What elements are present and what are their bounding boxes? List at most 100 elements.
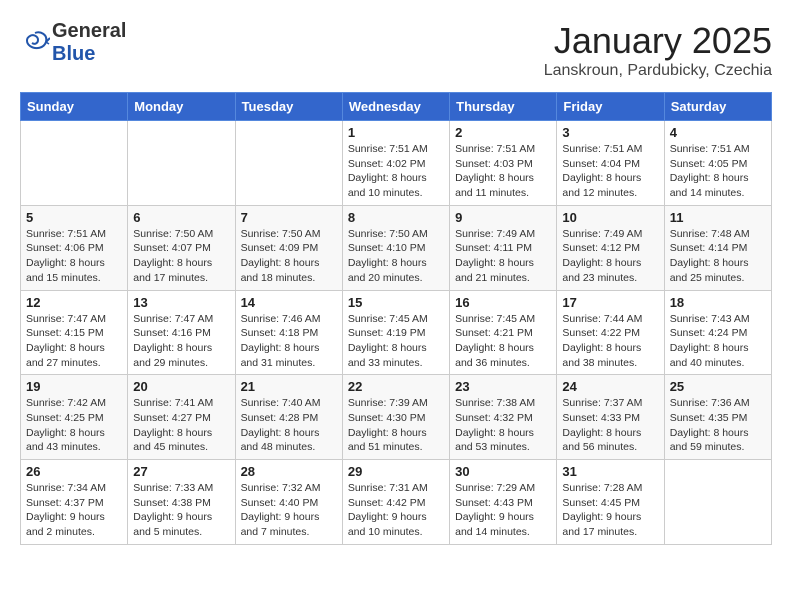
day-detail: Sunrise: 7:38 AM Sunset: 4:32 PM Dayligh…	[455, 396, 551, 455]
day-detail: Sunrise: 7:31 AM Sunset: 4:42 PM Dayligh…	[348, 481, 444, 540]
day-number: 24	[562, 379, 658, 394]
calendar-week-row: 19Sunrise: 7:42 AM Sunset: 4:25 PM Dayli…	[21, 375, 772, 460]
weekday-header: Sunday	[21, 93, 128, 121]
calendar-cell	[128, 121, 235, 206]
calendar-cell: 8 Sunrise: 7:50 AM Sunset: 4:10 PM Daylig…	[342, 205, 449, 290]
calendar-cell: 23 Sunrise: 7:38 AM Sunset: 4:32 PM Dayli…	[450, 375, 557, 460]
day-number: 17	[562, 295, 658, 310]
weekday-header: Friday	[557, 93, 664, 121]
day-detail: Sunrise: 7:49 AM Sunset: 4:12 PM Dayligh…	[562, 227, 658, 286]
day-number: 5	[26, 210, 122, 225]
day-detail: Sunrise: 7:51 AM Sunset: 4:03 PM Dayligh…	[455, 142, 551, 201]
day-detail: Sunrise: 7:29 AM Sunset: 4:43 PM Dayligh…	[455, 481, 551, 540]
day-number: 21	[241, 379, 337, 394]
day-detail: Sunrise: 7:51 AM Sunset: 4:02 PM Dayligh…	[348, 142, 444, 201]
calendar-cell: 22 Sunrise: 7:39 AM Sunset: 4:30 PM Dayli…	[342, 375, 449, 460]
day-detail: Sunrise: 7:51 AM Sunset: 4:04 PM Dayligh…	[562, 142, 658, 201]
day-detail: Sunrise: 7:50 AM Sunset: 4:09 PM Dayligh…	[241, 227, 337, 286]
day-number: 13	[133, 295, 229, 310]
calendar-cell: 5Sunrise: 7:51 AM Sunset: 4:06 PM Daylig…	[21, 205, 128, 290]
calendar-cell: 27 Sunrise: 7:33 AM Sunset: 4:38 PM Dayli…	[128, 460, 235, 545]
calendar-cell	[21, 121, 128, 206]
calendar-cell: 13 Sunrise: 7:47 AM Sunset: 4:16 PM Dayli…	[128, 290, 235, 375]
day-number: 15	[348, 295, 444, 310]
day-number: 4	[670, 125, 766, 140]
day-number: 16	[455, 295, 551, 310]
day-detail: Sunrise: 7:33 AM Sunset: 4:38 PM Dayligh…	[133, 481, 229, 540]
calendar-table: SundayMondayTuesdayWednesdayThursdayFrid…	[20, 92, 772, 545]
day-number: 3	[562, 125, 658, 140]
day-number: 10	[562, 210, 658, 225]
weekday-header: Saturday	[664, 93, 771, 121]
day-number: 8	[348, 210, 444, 225]
day-detail: Sunrise: 7:43 AM Sunset: 4:24 PM Dayligh…	[670, 312, 766, 371]
calendar-cell: 19Sunrise: 7:42 AM Sunset: 4:25 PM Dayli…	[21, 375, 128, 460]
calendar-cell	[235, 121, 342, 206]
day-number: 19	[26, 379, 122, 394]
day-number: 22	[348, 379, 444, 394]
calendar-week-row: 1 Sunrise: 7:51 AM Sunset: 4:02 PM Daylig…	[21, 121, 772, 206]
day-number: 23	[455, 379, 551, 394]
day-detail: Sunrise: 7:28 AM Sunset: 4:45 PM Dayligh…	[562, 481, 658, 540]
calendar-cell: 7 Sunrise: 7:50 AM Sunset: 4:09 PM Daylig…	[235, 205, 342, 290]
day-detail: Sunrise: 7:45 AM Sunset: 4:21 PM Dayligh…	[455, 312, 551, 371]
day-number: 2	[455, 125, 551, 140]
weekday-header: Wednesday	[342, 93, 449, 121]
calendar-cell: 14 Sunrise: 7:46 AM Sunset: 4:18 PM Dayli…	[235, 290, 342, 375]
day-number: 25	[670, 379, 766, 394]
day-detail: Sunrise: 7:45 AM Sunset: 4:19 PM Dayligh…	[348, 312, 444, 371]
calendar-cell	[664, 460, 771, 545]
calendar-cell: 11Sunrise: 7:48 AM Sunset: 4:14 PM Dayli…	[664, 205, 771, 290]
calendar-cell: 9 Sunrise: 7:49 AM Sunset: 4:11 PM Daylig…	[450, 205, 557, 290]
weekday-header: Monday	[128, 93, 235, 121]
day-number: 7	[241, 210, 337, 225]
calendar-subtitle: Lanskroun, Pardubicky, Czechia	[544, 62, 772, 80]
calendar-cell: 20Sunrise: 7:41 AM Sunset: 4:27 PM Dayli…	[128, 375, 235, 460]
day-detail: Sunrise: 7:47 AM Sunset: 4:16 PM Dayligh…	[133, 312, 229, 371]
day-number: 1	[348, 125, 444, 140]
calendar-cell: 2 Sunrise: 7:51 AM Sunset: 4:03 PM Daylig…	[450, 121, 557, 206]
calendar-cell: 29 Sunrise: 7:31 AM Sunset: 4:42 PM Dayli…	[342, 460, 449, 545]
calendar-header: SundayMondayTuesdayWednesdayThursdayFrid…	[21, 93, 772, 121]
day-detail: Sunrise: 7:37 AM Sunset: 4:33 PM Dayligh…	[562, 396, 658, 455]
calendar-cell: 21 Sunrise: 7:40 AM Sunset: 4:28 PM Dayli…	[235, 375, 342, 460]
calendar-title: January 2025	[544, 20, 772, 62]
day-detail: Sunrise: 7:39 AM Sunset: 4:30 PM Dayligh…	[348, 396, 444, 455]
day-detail: Sunrise: 7:48 AM Sunset: 4:14 PM Dayligh…	[670, 227, 766, 286]
logo-blue: Blue	[52, 43, 95, 65]
calendar-body: 1 Sunrise: 7:51 AM Sunset: 4:02 PM Daylig…	[21, 121, 772, 545]
day-number: 28	[241, 464, 337, 479]
day-number: 27	[133, 464, 229, 479]
calendar-cell: 31Sunrise: 7:28 AM Sunset: 4:45 PM Dayli…	[557, 460, 664, 545]
logo: General Blue	[20, 20, 126, 66]
day-detail: Sunrise: 7:46 AM Sunset: 4:18 PM Dayligh…	[241, 312, 337, 371]
logo-icon	[20, 28, 50, 58]
weekday-header: Thursday	[450, 93, 557, 121]
day-detail: Sunrise: 7:32 AM Sunset: 4:40 PM Dayligh…	[241, 481, 337, 540]
calendar-cell: 25Sunrise: 7:36 AM Sunset: 4:35 PM Dayli…	[664, 375, 771, 460]
calendar-cell: 4 Sunrise: 7:51 AM Sunset: 4:05 PM Daylig…	[664, 121, 771, 206]
calendar-cell: 30Sunrise: 7:29 AM Sunset: 4:43 PM Dayli…	[450, 460, 557, 545]
day-detail: Sunrise: 7:47 AM Sunset: 4:15 PM Dayligh…	[26, 312, 122, 371]
calendar-cell: 10 Sunrise: 7:49 AM Sunset: 4:12 PM Dayli…	[557, 205, 664, 290]
day-detail: Sunrise: 7:49 AM Sunset: 4:11 PM Dayligh…	[455, 227, 551, 286]
calendar-week-row: 12 Sunrise: 7:47 AM Sunset: 4:15 PM Dayli…	[21, 290, 772, 375]
day-number: 29	[348, 464, 444, 479]
day-detail: Sunrise: 7:51 AM Sunset: 4:05 PM Dayligh…	[670, 142, 766, 201]
day-detail: Sunrise: 7:40 AM Sunset: 4:28 PM Dayligh…	[241, 396, 337, 455]
logo-general: General	[52, 20, 126, 42]
day-number: 9	[455, 210, 551, 225]
calendar-cell: 6Sunrise: 7:50 AM Sunset: 4:07 PM Daylig…	[128, 205, 235, 290]
page-header: General Blue January 2025 Lanskroun, Par…	[20, 20, 772, 80]
day-detail: Sunrise: 7:34 AM Sunset: 4:37 PM Dayligh…	[26, 481, 122, 540]
day-number: 12	[26, 295, 122, 310]
calendar-cell: 3 Sunrise: 7:51 AM Sunset: 4:04 PM Daylig…	[557, 121, 664, 206]
calendar-cell: 28 Sunrise: 7:32 AM Sunset: 4:40 PM Dayli…	[235, 460, 342, 545]
day-number: 20	[133, 379, 229, 394]
day-detail: Sunrise: 7:50 AM Sunset: 4:10 PM Dayligh…	[348, 227, 444, 286]
calendar-cell: 16 Sunrise: 7:45 AM Sunset: 4:21 PM Dayli…	[450, 290, 557, 375]
calendar-cell: 12 Sunrise: 7:47 AM Sunset: 4:15 PM Dayli…	[21, 290, 128, 375]
calendar-cell: 17Sunrise: 7:44 AM Sunset: 4:22 PM Dayli…	[557, 290, 664, 375]
day-number: 14	[241, 295, 337, 310]
calendar-cell: 18Sunrise: 7:43 AM Sunset: 4:24 PM Dayli…	[664, 290, 771, 375]
